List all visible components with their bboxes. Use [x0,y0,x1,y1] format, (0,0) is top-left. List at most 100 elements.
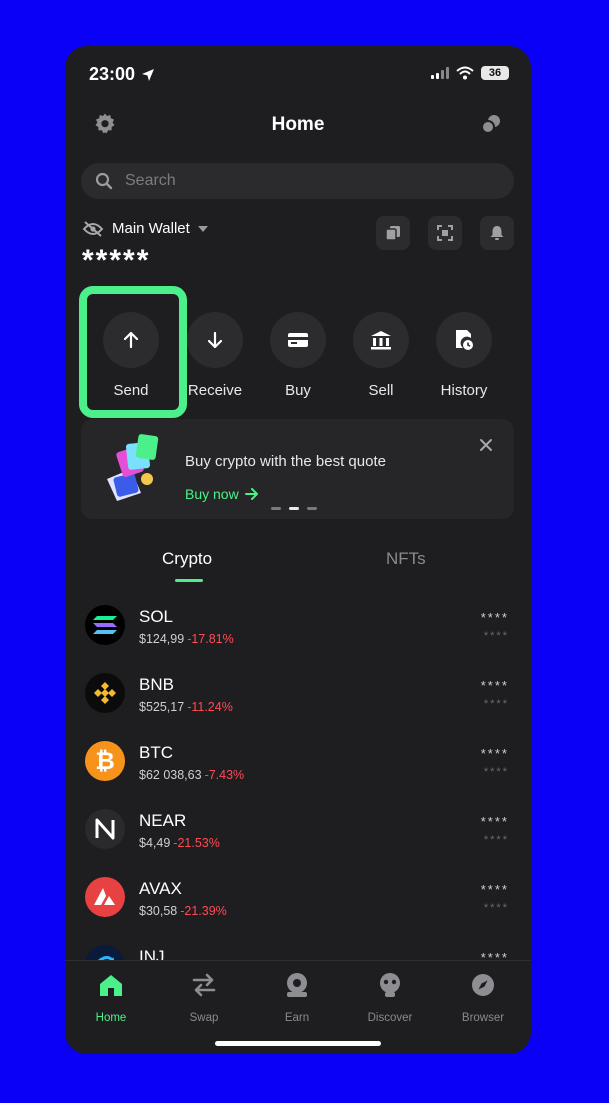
asset-symbol: NEAR [139,811,187,830]
asset-symbol: BTC [139,743,173,762]
buy-label: Buy [285,382,311,399]
promo-banner[interactable]: Buy crypto with the best quote Buy now [81,419,514,519]
nav-home-label: Home [95,1012,127,1024]
asset-row-bnb[interactable]: BNB $525,17 -11.24% **** **** [65,668,531,736]
asset-price: $4,49 [139,836,171,850]
asset-change: -21.53% [173,836,220,850]
asset-price-line: $124,99 -17.81% [139,632,234,646]
status-indicators: 36 [431,66,509,80]
scan-button[interactable] [428,216,462,250]
home-indicator [215,1041,381,1046]
sol-logo-icon [85,605,125,645]
nav-home[interactable]: Home [71,971,151,1024]
asset-hidden-value: **** [483,902,509,914]
arrow-down-icon [207,331,223,349]
discover-icon [380,973,400,997]
sell-circle [353,312,409,368]
buy-now-link[interactable]: Buy now [185,486,259,502]
asset-hidden-value: **** [483,834,509,846]
asset-price: $124,99 [139,632,185,646]
asset-hidden-amount: **** [480,678,509,693]
asset-change: -7.43% [204,768,245,782]
page-title: Home [271,114,325,135]
home-icon [100,975,122,996]
asset-hidden-value: **** [483,630,509,642]
tab-crypto[interactable]: Crypto [162,549,212,569]
asset-change: -17.81% [187,632,234,646]
wallet-name: Main Wallet [112,220,190,237]
wallet-summary: Main Wallet ***** [82,216,516,276]
asset-symbol: SOL [139,607,174,626]
asset-row-avax[interactable]: AVAX $30,58 -21.39% **** **** [65,872,531,940]
asset-row-near[interactable]: NEAR $4,49 -21.53% **** **** [65,804,531,872]
bell-icon [490,226,504,240]
asset-symbol: BNB [139,675,174,694]
bank-icon [371,331,391,350]
asset-price-line: $30,58 -21.39% [139,904,227,918]
asset-symbol: AVAX [139,879,182,898]
history-label: History [440,382,488,399]
near-logo-icon [85,809,125,849]
sell-label: Sell [368,382,394,399]
search-bar[interactable]: Search [81,163,514,199]
asset-change: -11.24% [187,700,233,714]
btc-logo-icon: ₿ [85,741,125,781]
asset-row-btc[interactable]: ₿ BTC $62 038,63 -7.43% **** **** [65,736,531,804]
wallet-selector[interactable]: Main Wallet [82,220,208,237]
asset-price: $30,58 [139,904,178,918]
buy-now-label: Buy now [185,486,239,502]
asset-price: $62 038,63 [139,768,202,782]
app-header: Home [65,104,531,148]
buy-circle [270,312,326,368]
nav-browser-label: Browser [461,1012,505,1024]
earn-icon [287,973,307,997]
status-bar: 23:00 36 [65,46,531,102]
coins-icon[interactable] [479,112,503,136]
caret-down-icon [197,225,208,232]
nav-earn[interactable]: Earn [257,971,337,1024]
nav-browser[interactable]: Browser [443,971,523,1024]
bnb-logo-icon [85,673,125,713]
asset-price-line: $525,17 -11.24% [139,700,233,714]
search-placeholder: Search [125,172,176,189]
bottom-navigation: Home Swap Earn Discover Browser [65,960,531,1054]
wallet-balance: ***** [82,244,151,277]
send-highlight-box [79,286,187,418]
pagination-dot [307,507,317,510]
asset-price-line: $62 038,63 -7.43% [139,768,244,782]
pagination-dot-active [289,507,299,510]
swap-icon [192,973,216,997]
tab-nfts[interactable]: NFTs [386,549,426,569]
signal-icon [431,67,449,79]
status-time: 23:00 [89,64,136,84]
nav-swap[interactable]: Swap [164,971,244,1024]
quick-actions: Send Receive Buy Sell History [65,286,531,418]
asset-price: $525,17 [139,700,185,714]
asset-hidden-value: **** [483,698,509,710]
pagination-dot [271,507,281,510]
asset-row-sol[interactable]: SOL $124,99 -17.81% **** **** [65,600,531,668]
asset-tabs: Crypto NFTs [65,541,531,586]
asset-hidden-amount: **** [480,814,509,829]
compass-icon [472,974,494,996]
nav-swap-label: Swap [189,1012,219,1024]
asset-hidden-amount: **** [480,746,509,761]
asset-price-line: $4,49 -21.53% [139,836,220,850]
nav-earn-label: Earn [284,1012,310,1024]
buy-button[interactable]: Buy [256,312,340,399]
tab-active-indicator [175,579,203,582]
history-button[interactable]: History [422,312,506,399]
banner-text: Buy crypto with the best quote [185,453,386,470]
asset-hidden-amount: **** [480,610,509,625]
sell-button[interactable]: Sell [339,312,423,399]
phone-screen: 23:00 36 Home Search Main Wallet ***** S… [65,46,531,1054]
banner-pagination [271,507,317,510]
asset-hidden-value: **** [483,766,509,778]
eye-hidden-icon[interactable] [82,220,104,237]
nav-discover[interactable]: Discover [350,971,430,1024]
notifications-button[interactable] [480,216,514,250]
copy-icon [385,226,400,241]
copy-button[interactable] [376,216,410,250]
close-icon[interactable] [478,437,494,453]
arrow-right-icon [244,488,258,500]
